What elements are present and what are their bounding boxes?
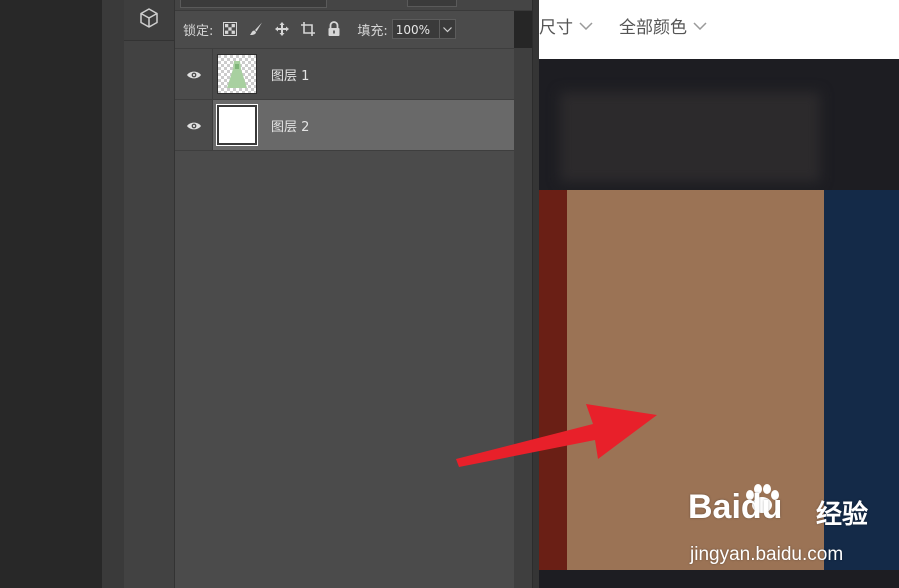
- baidu-jingyan-watermark: Baidu 经验 jingyan.baidu.com: [688, 484, 888, 568]
- fill-label: 填充:: [357, 23, 388, 39]
- eye-icon: [186, 65, 202, 84]
- fill-dropdown-button[interactable]: [439, 19, 456, 39]
- layer-thumbnail: [216, 104, 258, 146]
- panel-icon-column: [124, 0, 175, 588]
- lock-image-pixels-icon[interactable]: [247, 20, 265, 38]
- watermark-logo: Baidu: [688, 488, 783, 526]
- 3d-panel-button[interactable]: [124, 0, 174, 41]
- lock-label: 锁定:: [183, 23, 214, 39]
- lock-all-icon[interactable]: [325, 20, 343, 38]
- visibility-toggle[interactable]: [175, 100, 213, 150]
- layer-row[interactable]: 图层 1: [175, 48, 514, 100]
- workspace-background: [0, 0, 102, 588]
- layer-name: 图层 1: [271, 68, 310, 84]
- lock-artboard-icon[interactable]: [299, 20, 317, 38]
- size-filter-label: 尺寸: [539, 17, 573, 38]
- lock-position-icon[interactable]: [273, 20, 291, 38]
- chevron-down-icon: [573, 15, 593, 35]
- image-shadow: [560, 92, 820, 182]
- visibility-toggle[interactable]: [175, 49, 213, 99]
- color-filter[interactable]: 全部颜色: [619, 13, 707, 38]
- filter-nav: 尺寸 全部颜色: [539, 0, 733, 50]
- color-filter-label: 全部颜色: [619, 17, 687, 38]
- red-arrow-annotation: [450, 395, 670, 474]
- fill-input[interactable]: 100%: [391, 19, 440, 39]
- panel-scrollbar[interactable]: [514, 48, 532, 588]
- blend-mode-field[interactable]: [180, 0, 327, 8]
- watermark-logo-cn: 经验: [816, 500, 869, 530]
- watermark-url: jingyan.baidu.com: [690, 544, 844, 565]
- layer-name: 图层 2: [271, 119, 310, 135]
- color-swatch-red: [539, 190, 567, 570]
- lock-transparent-pixels-icon[interactable]: [221, 20, 239, 38]
- opacity-field[interactable]: [407, 0, 457, 7]
- size-filter[interactable]: 尺寸: [539, 13, 593, 38]
- eye-icon: [186, 116, 202, 135]
- panel-dock-strip: [102, 0, 125, 588]
- layer-thumbnail: [217, 54, 257, 94]
- chevron-down-icon: [442, 22, 452, 37]
- cube-icon: [138, 7, 160, 33]
- layer-row-selected[interactable]: 图层 2: [175, 100, 514, 151]
- lock-row: 锁定: 填充: 100%: [175, 12, 514, 46]
- chevron-down-icon: [687, 15, 707, 35]
